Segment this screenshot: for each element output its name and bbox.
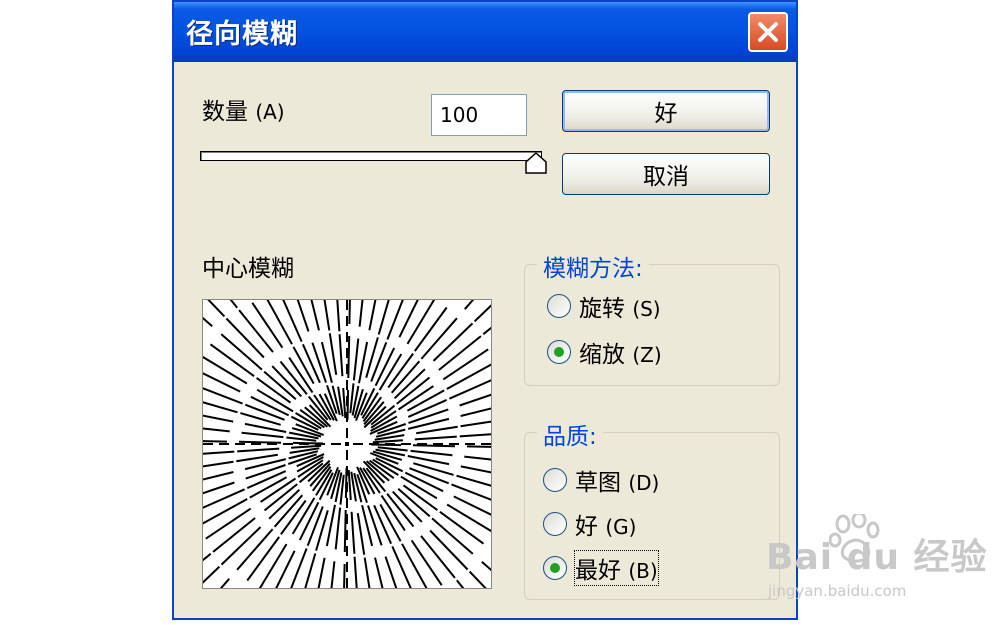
radio-good-circle[interactable]	[543, 512, 567, 536]
blur-center-preview[interactable]	[136, 233, 558, 625]
radio-spin[interactable]: 旋转 (S)	[547, 289, 661, 323]
title-bar[interactable]: 径向模糊	[174, 2, 796, 62]
amount-label-text: 数量	[202, 99, 248, 125]
amount-mnemonic: (A)	[255, 100, 285, 124]
quality-group: 品质: 草图 (D) 好 (G) 最好 (B)	[524, 417, 780, 600]
radio-best-circle[interactable]	[543, 556, 567, 580]
radio-selected-dot	[550, 563, 560, 573]
radio-selected-dot	[554, 347, 564, 357]
blur-center-label: 中心模糊	[202, 256, 294, 282]
blur-method-legend: 模糊方法:	[537, 249, 649, 283]
radio-zoom-label: 缩放 (Z)	[579, 342, 662, 368]
radial-blur-dialog: 径向模糊 数量 (A) 好 取消 中心模糊 模糊方法: 旋转 (S) 缩放	[136, 0, 798, 625]
radio-draft[interactable]: 草图 (D)	[543, 463, 659, 497]
watermark-brand: Bai du 经验	[766, 537, 988, 578]
radio-zoom-circle[interactable]	[547, 340, 571, 364]
dialog-title: 径向模糊	[186, 19, 298, 50]
amount-input[interactable]	[431, 94, 527, 136]
radio-spin-circle[interactable]	[547, 294, 571, 318]
quality-legend: 品质:	[537, 417, 603, 451]
radio-best[interactable]: 最好 (B)	[543, 550, 659, 586]
ok-button[interactable]: 好	[562, 90, 770, 132]
radio-draft-circle[interactable]	[543, 468, 567, 492]
close-icon	[758, 22, 778, 42]
radio-draft-label: 草图 (D)	[575, 470, 660, 496]
amount-label: 数量 (A)	[202, 92, 285, 126]
amount-slider-thumb[interactable]	[524, 152, 548, 174]
amount-slider-track[interactable]	[200, 151, 542, 161]
radio-good-label: 好 (G)	[575, 514, 637, 540]
zoom-blur-pattern	[136, 233, 558, 625]
blur-method-group: 模糊方法: 旋转 (S) 缩放 (Z)	[524, 249, 780, 386]
cancel-button[interactable]: 取消	[562, 153, 770, 195]
radio-good[interactable]: 好 (G)	[543, 507, 636, 541]
close-button[interactable]	[748, 12, 788, 52]
radio-best-label: 最好 (B)	[574, 550, 659, 586]
watermark-url: jingyan.baidu.com	[768, 582, 907, 600]
radio-zoom[interactable]: 缩放 (Z)	[547, 335, 662, 369]
radio-spin-label: 旋转 (S)	[579, 296, 661, 322]
